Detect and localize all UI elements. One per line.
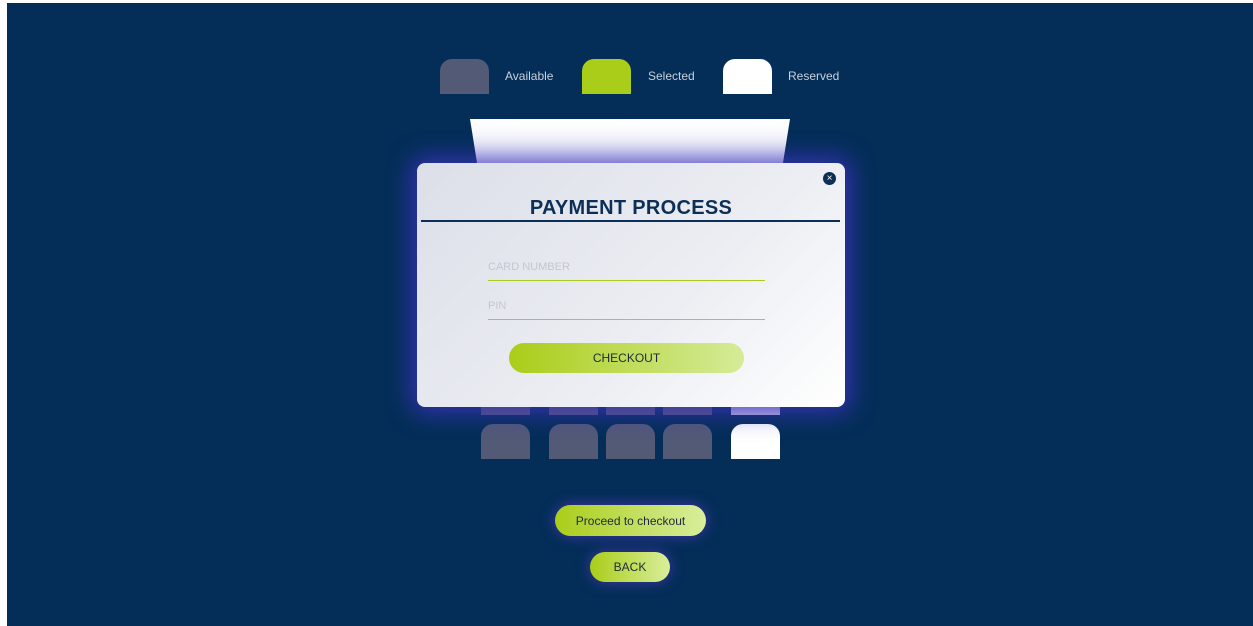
title-divider bbox=[421, 220, 840, 222]
seat[interactable] bbox=[663, 424, 712, 459]
card-number-input[interactable] bbox=[488, 256, 765, 281]
legend-available-label: Available bbox=[505, 69, 554, 83]
legend-reserved-label: Reserved bbox=[788, 69, 840, 83]
back-button[interactable]: BACK bbox=[590, 552, 670, 582]
payment-modal: × PAYMENT PROCESS CHECKOUT bbox=[417, 163, 845, 407]
checkout-button[interactable]: CHECKOUT bbox=[509, 343, 744, 373]
proceed-to-checkout-button[interactable]: Proceed to checkout bbox=[555, 505, 706, 536]
pin-input[interactable] bbox=[488, 295, 765, 320]
modal-title: PAYMENT PROCESS bbox=[529, 197, 733, 219]
legend-reserved-seat bbox=[723, 59, 772, 94]
seat[interactable] bbox=[606, 424, 655, 459]
close-icon[interactable]: × bbox=[823, 172, 836, 185]
seat[interactable] bbox=[549, 424, 598, 459]
legend-available-seat bbox=[440, 59, 489, 94]
seat[interactable] bbox=[481, 424, 530, 459]
legend-selected-label: Selected bbox=[648, 69, 695, 83]
seat-selection-stage: Available Selected Reserved Proceed to c… bbox=[7, 3, 1253, 626]
seat bbox=[731, 424, 780, 459]
legend-selected-seat bbox=[582, 59, 631, 94]
